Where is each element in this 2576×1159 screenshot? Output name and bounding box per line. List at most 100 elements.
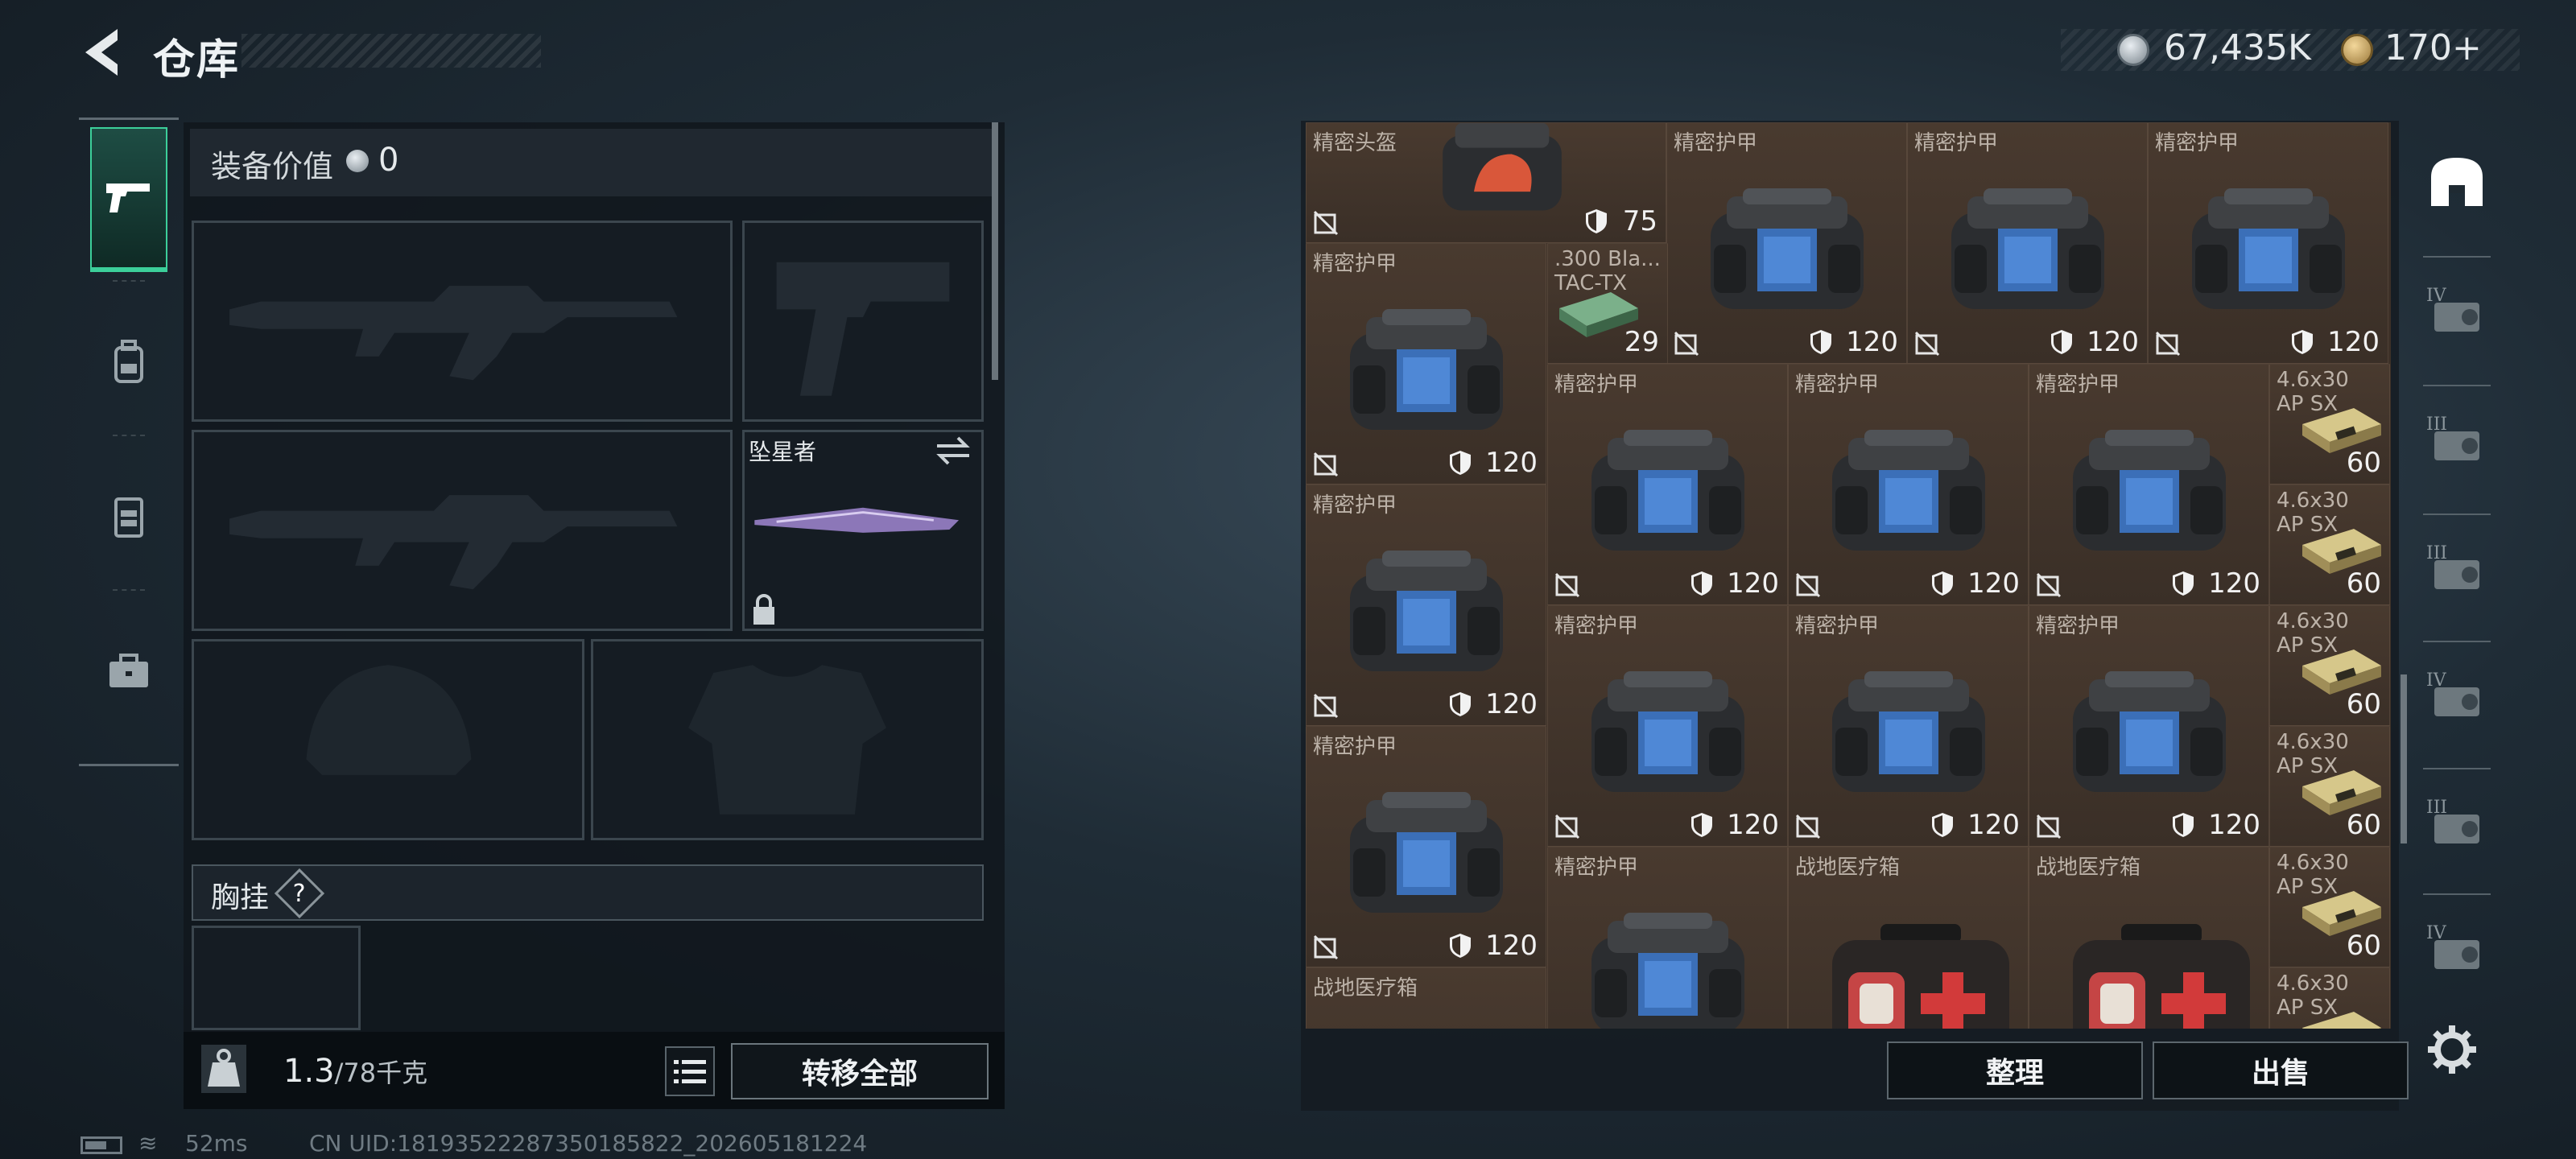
tab-weapons[interactable]: [90, 127, 167, 272]
durability-shield-icon: [1810, 330, 1831, 354]
storage-item[interactable]: 4.6x30 AP SX: [2269, 967, 2390, 1029]
storage-item[interactable]: 精密护甲 120: [1306, 726, 1546, 967]
ticket-amount[interactable]: 170+: [2384, 27, 2482, 68]
back-button[interactable]: [77, 24, 134, 80]
settings-button[interactable]: [2425, 1022, 2479, 1077]
list-view-button[interactable]: [665, 1046, 715, 1096]
storage-item[interactable]: 精密护甲 120: [2029, 605, 2269, 847]
help-icon: ?: [293, 879, 306, 908]
chest-rig-slot[interactable]: [192, 926, 361, 1030]
tier-iii-box-button[interactable]: III: [2423, 534, 2491, 602]
storage-item[interactable]: 精密头盔 75: [1306, 122, 1666, 243]
money-amount[interactable]: 67,435K: [2164, 27, 2311, 68]
divider: [2423, 385, 2491, 386]
helmet-bag-icon: [1442, 123, 1562, 211]
tab-case[interactable]: [90, 599, 167, 744]
scrollbar[interactable]: [2401, 674, 2407, 843]
storage-item[interactable]: .300 Bla... TAC-TX 29: [1547, 243, 1668, 364]
sort-button[interactable]: 整理: [1887, 1041, 2143, 1099]
item-quantity: 120: [1485, 688, 1538, 720]
durability-shield-icon: [2051, 330, 2072, 354]
transfer-all-button[interactable]: 转移全部: [731, 1043, 989, 1099]
storage-item[interactable]: 精密护甲 120: [1788, 605, 2029, 847]
armor-rack-button[interactable]: [2423, 150, 2491, 217]
no-insure-icon: [1554, 572, 1580, 598]
item-name: 精密护甲: [1795, 373, 1880, 397]
storage-grid: 精密头盔 75 精密护甲 120 精密护甲 120 精密护甲 120 精密护甲 120 .300 B…: [1306, 122, 2391, 1029]
tier-iii-box-button[interactable]: III: [2423, 789, 2491, 856]
storage-item[interactable]: 精密护甲 120: [1306, 243, 1546, 485]
first-aid-kit-icon: [1831, 923, 2009, 1029]
item-quantity: 120: [1727, 809, 1779, 841]
item-name: 4.6x30 AP SX: [2277, 730, 2349, 778]
item-quantity: 120: [1846, 326, 1898, 358]
storage-item[interactable]: 精密护甲 120: [1788, 364, 2029, 605]
item-name: 精密护甲: [1674, 131, 1758, 155]
weight-text: 1.3/78千克: [283, 1053, 427, 1090]
storage-item[interactable]: 4.6x30 AP SX 60: [2269, 726, 2390, 847]
tier-iii-box-button[interactable]: III: [2423, 406, 2491, 473]
storage-item[interactable]: 4.6x30 AP SX 60: [2269, 605, 2390, 726]
armor-vest-icon: [1710, 188, 1864, 309]
storage-item[interactable]: 精密护甲 120: [1666, 122, 1907, 364]
primary-weapon-slot-1[interactable]: [192, 221, 733, 422]
item-image: [1575, 905, 1761, 1029]
armor-vest-icon: [1349, 791, 1503, 913]
armor-rack-icon: [2431, 158, 2483, 206]
briefcase-icon: [109, 654, 148, 687]
storage-item[interactable]: 4.6x30 AP SX 60: [2269, 847, 2390, 967]
storage-item[interactable]: 精密护甲 120: [1907, 122, 2148, 364]
tier-iv-box-button[interactable]: IV: [2423, 277, 2491, 344]
tab-rig[interactable]: [90, 444, 167, 589]
item-quantity: 120: [1967, 809, 2020, 841]
storage-item[interactable]: 战地医疗箱: [1788, 847, 2029, 1029]
no-insure-icon: [2155, 331, 2181, 357]
armor-slot[interactable]: [591, 639, 984, 840]
primary-weapon-slot-2[interactable]: [192, 430, 733, 631]
no-insure-icon: [2036, 572, 2062, 598]
storage-item[interactable]: 精密护甲 120: [2148, 122, 2388, 364]
pistol-slot[interactable]: [742, 221, 984, 422]
item-name: 精密护甲: [1313, 735, 1397, 759]
sell-button[interactable]: 出售: [2153, 1041, 2409, 1099]
storage-item[interactable]: 精密护甲 120: [1547, 364, 1788, 605]
durability-shield-icon: [1585, 208, 1608, 234]
melee-name: 坠星者: [749, 439, 817, 465]
durability-shield-icon: [1690, 812, 1713, 838]
item-name: 4.6x30 AP SX: [2277, 609, 2349, 658]
coin-icon: [346, 150, 369, 172]
armor-vest-icon: [1831, 429, 1985, 551]
storage-item[interactable]: 精密护甲 120: [1547, 605, 1788, 847]
no-insure-icon: [1554, 814, 1580, 839]
helmet-slot[interactable]: [192, 639, 584, 840]
divider: [113, 280, 145, 282]
triangle-coin-icon: [2341, 34, 2373, 66]
durability-shield-icon: [2292, 330, 2313, 354]
no-insure-icon: [1674, 331, 1699, 357]
no-insure-icon: [2036, 814, 2062, 839]
weight-capacity: /78千克: [334, 1058, 428, 1088]
storage-item[interactable]: 4.6x30 AP SX 60: [2269, 364, 2390, 485]
storage-item[interactable]: 战地医疗箱: [1306, 967, 1546, 1029]
armor-vest-icon: [2072, 670, 2226, 792]
tab-backpack[interactable]: [90, 290, 167, 435]
scrollbar[interactable]: [992, 122, 998, 380]
wifi-icon: ≋: [138, 1130, 158, 1157]
item-quantity: 120: [1727, 567, 1779, 600]
durability-shield-icon: [1449, 691, 1472, 717]
storage-item[interactable]: 战地医疗箱: [2029, 847, 2269, 1029]
divider: [2423, 514, 2491, 515]
item-name: 4.6x30 AP SX: [2277, 489, 2349, 537]
item-name: 4.6x30 AP SX: [2277, 851, 2349, 899]
tier-iv-box-button[interactable]: IV: [2423, 914, 2491, 982]
item-image: [2176, 180, 2361, 325]
item-image: [1575, 663, 1761, 808]
storage-item[interactable]: 精密护甲: [1547, 847, 1788, 1029]
storage-item[interactable]: 4.6x30 AP SX 60: [2269, 485, 2390, 605]
storage-item[interactable]: 精密护甲 120: [2029, 364, 2269, 605]
armor-placeholder-icon: [688, 665, 886, 815]
swap-icon[interactable]: [934, 435, 972, 467]
tier-iv-box-button[interactable]: IV: [2423, 662, 2491, 729]
storage-item[interactable]: 精密护甲 120: [1306, 485, 1546, 726]
item-name: 4.6x30 AP SX: [2277, 368, 2349, 416]
